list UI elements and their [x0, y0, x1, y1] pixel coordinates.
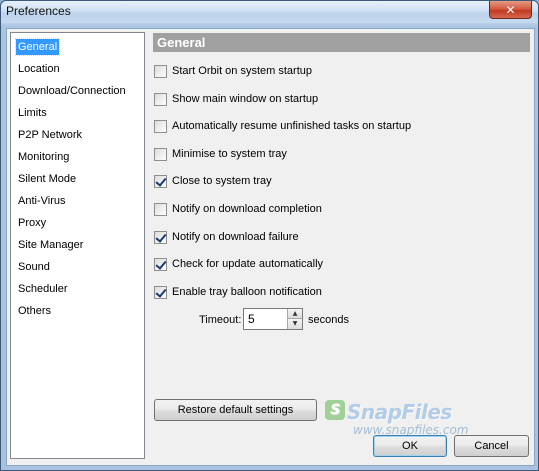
nav-item-location[interactable]: Location	[16, 61, 62, 77]
checkbox[interactable]	[154, 147, 167, 161]
option-label: Automatically resume unfinished tasks on…	[172, 120, 412, 132]
option-close-to-tray[interactable]: Close to system tray	[154, 174, 272, 188]
nav-item-scheduler[interactable]: Scheduler	[16, 281, 70, 297]
nav-item-p2p-network[interactable]: P2P Network	[16, 127, 84, 143]
checkbox-checked[interactable]	[154, 257, 167, 271]
category-list[interactable]: General Location Download/Connection Lim…	[10, 32, 145, 459]
checkbox-checked[interactable]	[154, 230, 167, 244]
checkbox[interactable]	[154, 92, 167, 106]
option-label: Check for update automatically	[172, 258, 324, 270]
option-notify-failure[interactable]: Notify on download failure	[154, 230, 299, 244]
timeout-spinner[interactable]: 5 ▲ ▼	[243, 308, 303, 330]
nav-item-proxy[interactable]: Proxy	[16, 215, 48, 231]
checkbox[interactable]	[154, 202, 167, 216]
section-title: General	[153, 33, 530, 52]
option-show-main-window[interactable]: Show main window on startup	[154, 92, 318, 106]
option-label: Start Orbit on system startup	[172, 65, 312, 77]
nav-item-general[interactable]: General	[14, 38, 61, 56]
checkbox-checked[interactable]	[154, 174, 167, 188]
dialog-client-area: General Location Download/Connection Lim…	[6, 28, 535, 466]
nav-item-monitoring[interactable]: Monitoring	[16, 149, 71, 165]
option-label: Show main window on startup	[172, 93, 319, 105]
nav-item-silent-mode[interactable]: Silent Mode	[16, 171, 78, 187]
window-title: Preferences	[6, 4, 71, 18]
option-notify-completion[interactable]: Notify on download completion	[154, 202, 322, 216]
option-start-on-startup[interactable]: Start Orbit on system startup	[154, 64, 312, 78]
checkbox[interactable]	[154, 64, 167, 78]
option-auto-resume[interactable]: Automatically resume unfinished tasks on…	[154, 119, 411, 133]
timeout-label: Timeout:	[199, 314, 242, 326]
nav-item-anti-virus[interactable]: Anti-Virus	[16, 193, 67, 209]
option-label: Enable tray balloon notification	[172, 286, 322, 298]
watermark-logo: S SnapFiles	[325, 400, 452, 424]
option-label: Minimise to system tray	[172, 148, 287, 160]
restore-defaults-button[interactable]: Restore default settings	[154, 399, 317, 421]
preferences-window: Preferences ✕ General Location Download/…	[0, 0, 539, 471]
timeout-unit-label: seconds	[308, 314, 349, 326]
option-label: Notify on download completion	[172, 203, 322, 215]
cancel-button[interactable]: Cancel	[454, 435, 529, 457]
watermark-logo-text: SnapFiles	[347, 400, 452, 424]
close-button[interactable]: ✕	[489, 1, 532, 19]
timeout-value[interactable]: 5	[248, 312, 255, 326]
title-bar[interactable]: Preferences ✕	[1, 1, 538, 23]
option-check-updates[interactable]: Check for update automatically	[154, 257, 323, 271]
nav-item-sound[interactable]: Sound	[16, 259, 52, 275]
spin-up-icon[interactable]: ▲	[287, 309, 302, 319]
ok-button[interactable]: OK	[373, 435, 447, 457]
nav-item-download-connection[interactable]: Download/Connection	[16, 83, 128, 99]
checkbox[interactable]	[154, 119, 167, 133]
option-label: Close to system tray	[172, 175, 272, 187]
nav-item-others[interactable]: Others	[16, 303, 53, 319]
option-tray-balloon[interactable]: Enable tray balloon notification	[154, 285, 322, 299]
nav-item-site-manager[interactable]: Site Manager	[16, 237, 85, 253]
snapfiles-logo-icon: S	[325, 400, 345, 420]
checkbox-checked[interactable]	[154, 285, 167, 299]
spin-down-icon[interactable]: ▼	[287, 319, 302, 329]
close-icon: ✕	[505, 2, 516, 17]
option-label: Notify on download failure	[172, 231, 299, 243]
nav-item-limits[interactable]: Limits	[16, 105, 49, 121]
option-minimise-to-tray[interactable]: Minimise to system tray	[154, 147, 287, 161]
